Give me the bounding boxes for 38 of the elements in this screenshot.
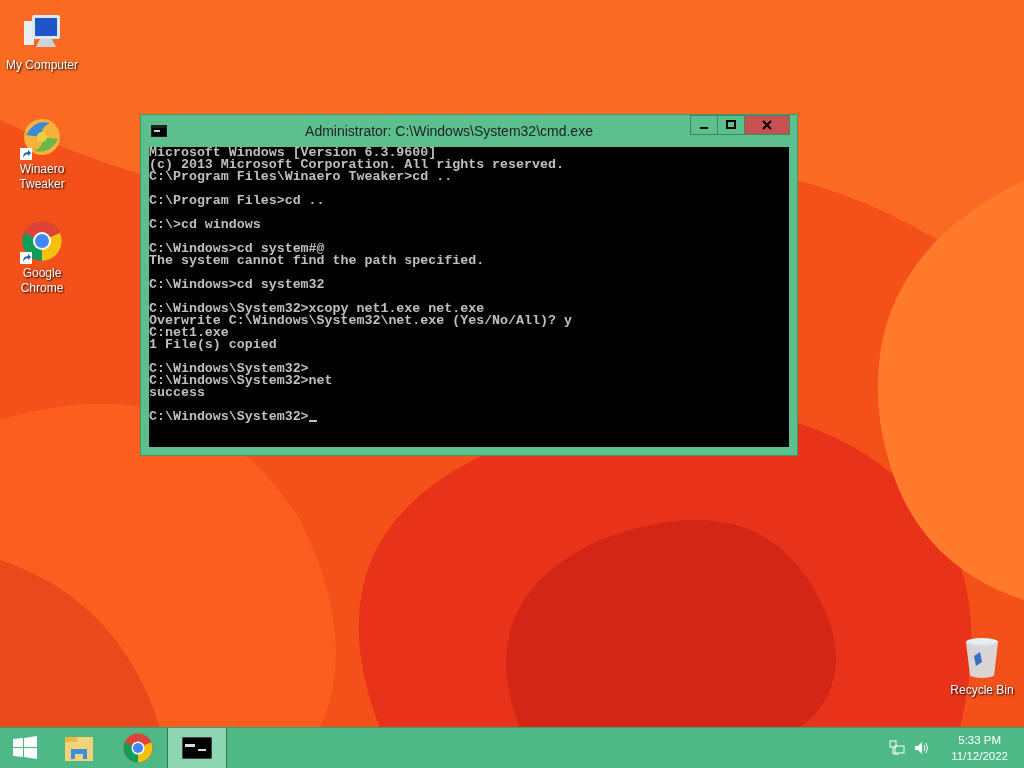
minimize-icon: [700, 127, 708, 129]
window-title: Administrator: C:\Windows\System32\cmd.exe: [304, 123, 594, 139]
speaker-icon[interactable]: [913, 740, 930, 756]
chrome-icon[interactable]: [20, 219, 64, 263]
console-line: C:\Program Files\Winaero Tweaker>cd ..: [149, 171, 453, 183]
close-button[interactable]: [744, 115, 790, 135]
clock-time[interactable]: 5:33 PM: [958, 732, 1002, 748]
windows-logo-icon: [11, 734, 39, 762]
desktop-icon-label[interactable]: Recycle Bin: [943, 683, 1021, 698]
console-line: C:\Program Files>cd ..: [149, 195, 325, 207]
desktop-icon-label[interactable]: Google Chrome: [3, 266, 81, 296]
console-line: Microsoft Windows [Version 6.3.9600]: [149, 147, 437, 159]
console-line: C:\Windows\System32>: [149, 363, 309, 375]
console-icon: [182, 737, 212, 759]
console-line: Overwrite C:\Windows\System32\net.exe (Yes/No/All)? y: [149, 315, 572, 327]
console-line: C:\Windows\System32>: [149, 411, 309, 423]
chrome-icon: [122, 732, 154, 764]
close-icon: [762, 120, 772, 130]
console-line: C:\>cd windows: [149, 219, 261, 231]
console-line: success: [149, 387, 205, 399]
console-line: (c) 2013 Microsoft Corporation. All rights reserved.: [149, 159, 564, 171]
minimize-button[interactable]: [690, 115, 718, 135]
maximize-button[interactable]: [717, 115, 745, 135]
console-line: C:\Windows\System32>xcopy net1.exe net.exe: [149, 303, 485, 315]
console-line: 1 File(s) copied: [149, 339, 277, 351]
shortcut-arrow-icon: [20, 252, 32, 264]
console-icon: [151, 125, 167, 137]
console-line: C:\Windows>cd system#@: [149, 243, 325, 255]
console-line: The system cannot find the path specified.: [149, 255, 485, 267]
console-line: C:net1.exe: [149, 327, 229, 339]
taskbar-button[interactable]: [167, 728, 227, 768]
console-line: C:\Windows>cd system32: [149, 279, 325, 291]
desktop-icon-label[interactable]: My Computer: [0, 58, 84, 73]
maximize-icon: [726, 120, 736, 130]
console-line: C:\Windows\System32>net: [149, 375, 333, 387]
desktop-icon-label[interactable]: Winaero Tweaker: [3, 162, 81, 192]
shortcut-arrow-icon: [20, 148, 32, 160]
clock-date[interactable]: 11/12/2022: [951, 748, 1008, 764]
